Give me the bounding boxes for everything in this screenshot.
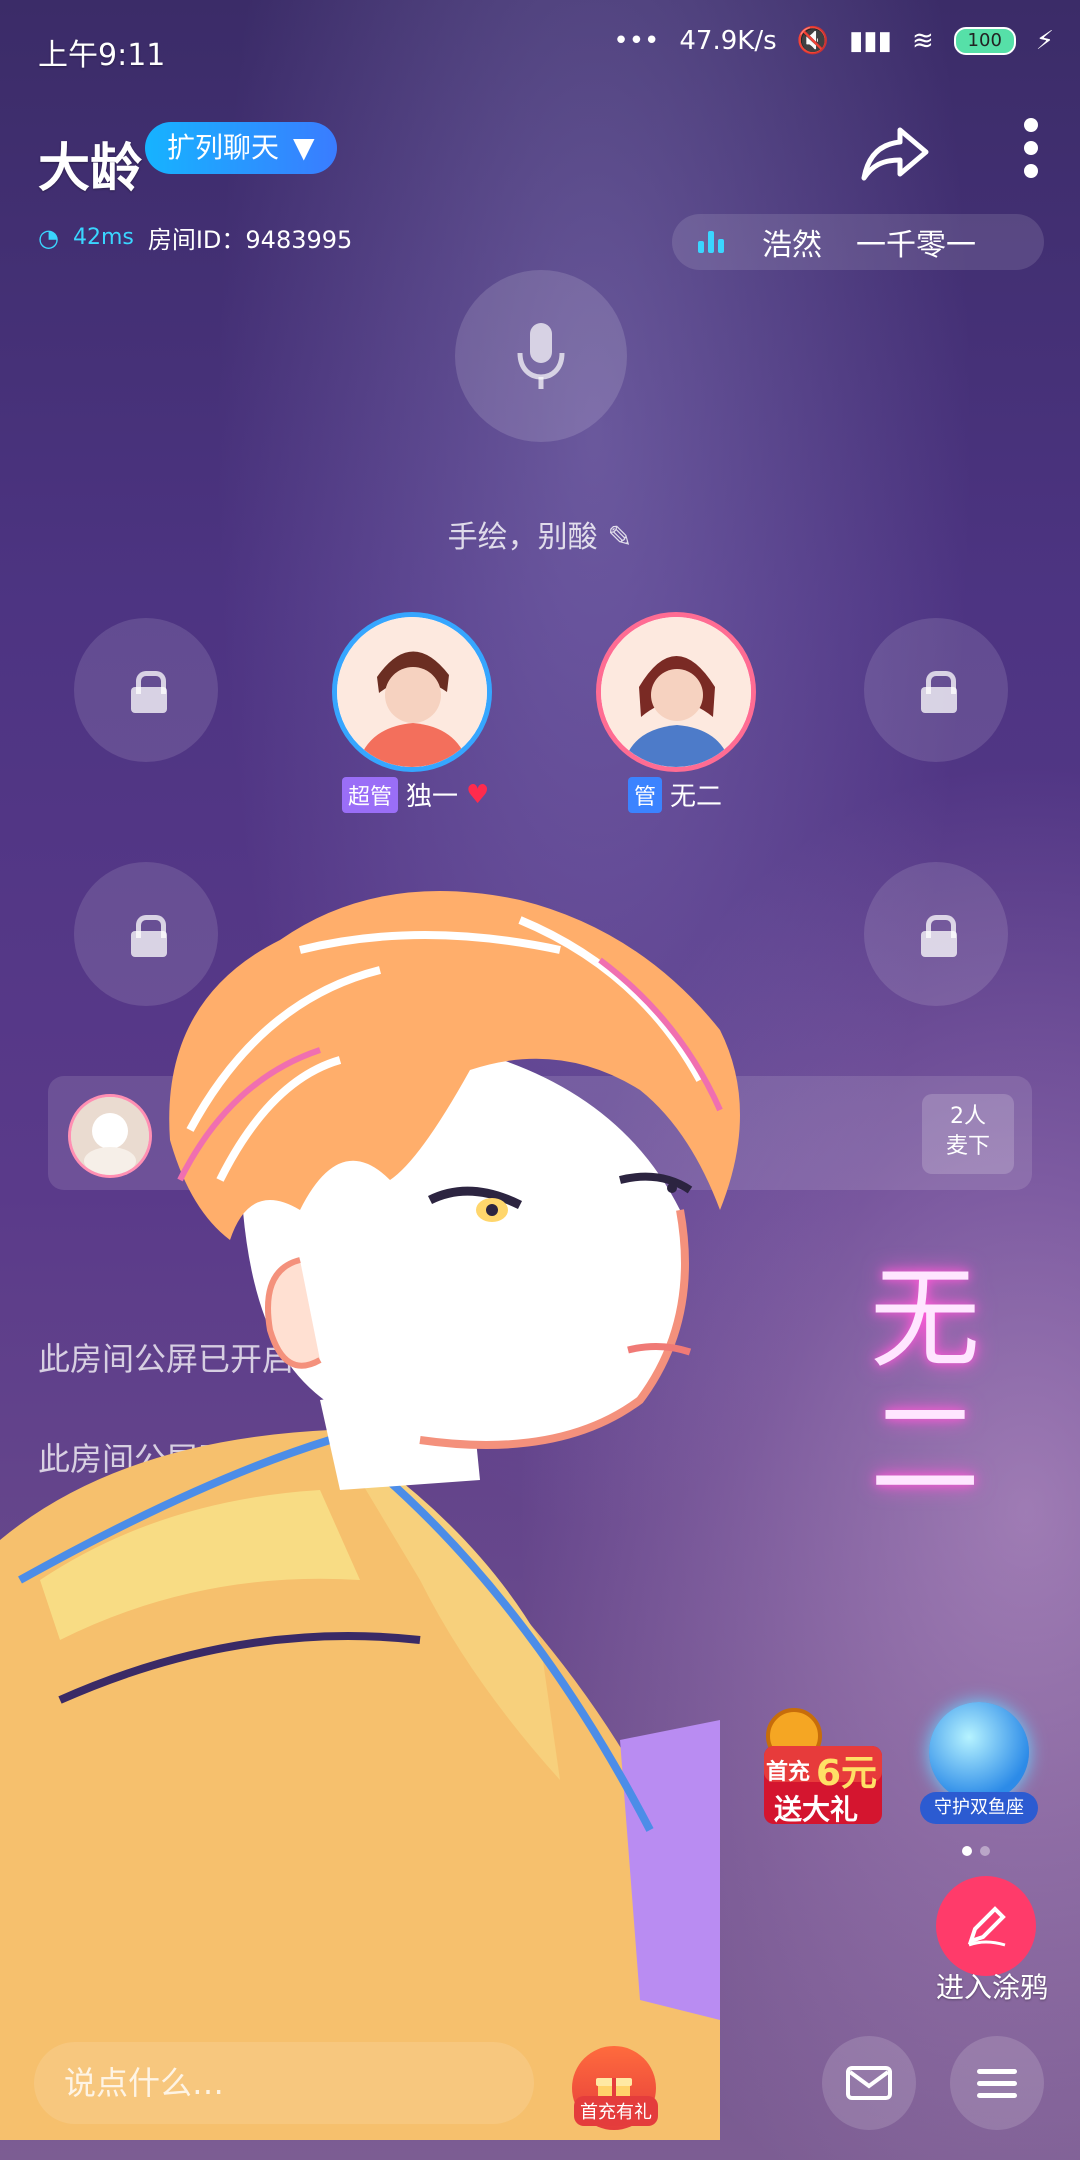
room-id: 房间ID：9483995 <box>147 226 353 254</box>
mail-icon <box>846 2066 892 2100</box>
promo-first-charge-text: 首充 <box>766 1760 811 1785</box>
pisces-icon <box>929 1702 1029 1802</box>
host1-avatar[interactable] <box>332 612 492 772</box>
chat-input[interactable]: 说点什么… <box>34 2042 534 2124</box>
role-badge: 超管 <box>342 776 399 813</box>
first-charge-promo[interactable]: 首充 6元 送大礼 <box>756 1700 888 1830</box>
graffiti-drawing <box>0 891 740 2140</box>
lock-icon <box>921 671 957 713</box>
zodiac-guard-badge[interactable]: 守护双鱼座 <box>920 1702 1038 1830</box>
host2-name: 无二 <box>670 782 723 812</box>
expand-chat-chip[interactable]: 扩列聊天 ▼ <box>145 122 337 174</box>
signal-icon: ▮▮▮ <box>849 26 892 56</box>
host2-avatar[interactable] <box>596 612 756 772</box>
more-dots-icon: ••• <box>613 26 660 56</box>
mail-button[interactable] <box>822 2036 916 2130</box>
mute-icon: 🔇 <box>796 26 829 56</box>
ping-value: 42ms <box>72 225 134 250</box>
net-speed: 47.9K/s <box>679 26 777 56</box>
heart-icon: ♥ <box>466 779 490 810</box>
menu-button[interactable] <box>950 2036 1044 2130</box>
zodiac-label: 守护双鱼座 <box>920 1792 1038 1824</box>
neon-name-text: 无二 <box>851 1260 979 1520</box>
room-title: 大龄 <box>38 139 143 199</box>
host1-label: 超管 独一 ♥ <box>342 776 489 813</box>
promo-gift-text: 送大礼 <box>774 1793 859 1826</box>
graffiti-label[interactable]: 进入涂鸦 <box>936 1966 1048 2006</box>
host2-label: 管 无二 <box>628 776 722 813</box>
carousel-dots <box>962 1846 990 1856</box>
graffiti-button[interactable] <box>936 1876 1036 1976</box>
battery-indicator: 100 <box>953 27 1016 55</box>
pen-icon <box>967 1906 1006 1947</box>
music-title-left: 浩然 <box>762 228 822 263</box>
wifi-icon: ◔ <box>38 223 59 252</box>
locked-seat[interactable] <box>864 618 1008 762</box>
charging-icon: ⚡ <box>1035 26 1054 56</box>
chevron-down-icon: ▼ <box>293 131 315 164</box>
gift-label: 首充有礼 <box>574 2096 658 2126</box>
edit-icon: ✎ <box>607 520 633 555</box>
share-icon[interactable] <box>860 122 930 182</box>
equalizer-icon <box>698 231 728 253</box>
lock-icon <box>131 671 167 713</box>
host-mic-seat[interactable] <box>455 270 627 442</box>
locked-seat[interactable] <box>864 862 1008 1006</box>
room-announcement[interactable]: 手绘，别酸 ✎ <box>0 512 1080 556</box>
host1-name: 独一 <box>406 782 459 812</box>
microphone-icon <box>517 323 565 389</box>
music-title-right: 一千零一 <box>856 228 976 263</box>
status-bar-right: ••• 47.9K/s 🔇 ▮▮▮ ≋ 100 ⚡ <box>613 26 1054 56</box>
down-mic-button[interactable]: 2人 麦下 <box>922 1094 1014 1174</box>
locked-seat[interactable] <box>74 618 218 762</box>
room-info-row: ◔ 42ms 房间ID：9483995 <box>38 220 352 255</box>
down-mic-label: 麦下 <box>945 1134 990 1159</box>
down-mic-count: 2人 <box>950 1104 986 1129</box>
status-time: 上午9:11 <box>38 38 166 73</box>
more-options-icon[interactable] <box>1022 118 1040 178</box>
lock-icon <box>921 915 957 957</box>
role-badge: 管 <box>628 776 663 813</box>
now-playing-bar[interactable]: 浩然 一千零一 <box>672 214 1044 270</box>
expand-chip-label: 扩列聊天 <box>167 131 280 164</box>
wifi-status-icon: ≋ <box>911 26 934 56</box>
